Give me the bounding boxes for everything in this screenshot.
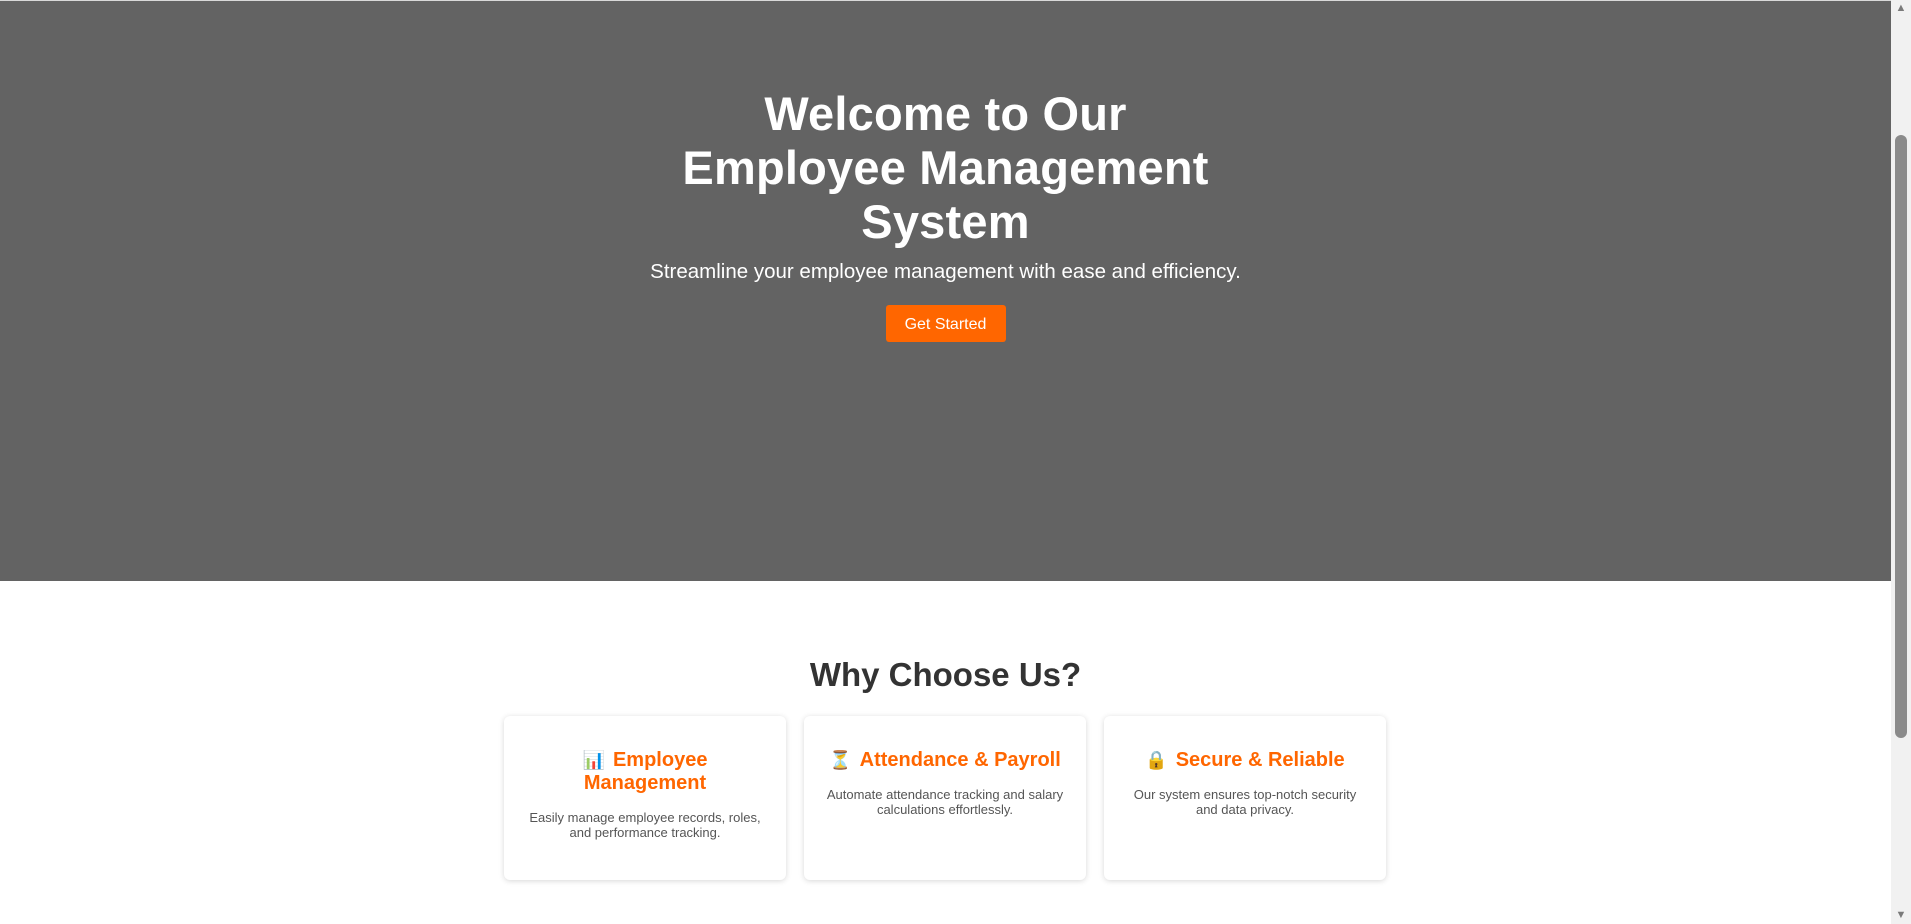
feature-card-title: 📊 Employee Management bbox=[522, 749, 768, 795]
feature-card-description: Easily manage employee records, roles, a… bbox=[529, 810, 761, 840]
scrollbar-thumb[interactable] bbox=[1895, 135, 1907, 738]
landing-page: Welcome to Our Employee Management Syste… bbox=[0, 0, 1891, 924]
feature-card-title: 🔒 Secure & Reliable bbox=[1122, 749, 1368, 772]
features-title: Why Choose Us? bbox=[809, 656, 1082, 693]
hero-content: Welcome to Our Employee Management Syste… bbox=[0, 87, 1891, 342]
feature-card-title-text: Secure & Reliable bbox=[1175, 749, 1345, 771]
vertical-scrollbar[interactable]: ▲ ▼ bbox=[1891, 0, 1911, 924]
feature-card-description: Our system ensures top-notch security an… bbox=[1133, 787, 1357, 817]
hero-title: Welcome to Our Employee Management Syste… bbox=[682, 87, 1209, 248]
feature-card-employee-management: 📊 Employee Management Easily manage emplo… bbox=[504, 716, 786, 880]
hourglass-icon: ⏳ bbox=[829, 750, 852, 770]
chart-icon: 📊 bbox=[582, 750, 605, 770]
feature-card-secure-reliable: 🔒 Secure & Reliable Our system ensures to… bbox=[1104, 716, 1386, 880]
browser-viewport: Welcome to Our Employee Management Syste… bbox=[0, 0, 1911, 924]
lock-icon: 🔒 bbox=[1145, 750, 1168, 770]
hero-subtitle: Streamline your employee management with… bbox=[650, 260, 1241, 283]
scroll-up-arrow-icon[interactable]: ▲ bbox=[1891, 0, 1911, 17]
feature-card-title: ⏳ Attendance & Payroll bbox=[822, 749, 1068, 772]
feature-card-description: Automate attendance tracking and salary … bbox=[826, 787, 1064, 817]
scroll-down-arrow-icon[interactable]: ▼ bbox=[1891, 907, 1911, 924]
feature-card-attendance-payroll: ⏳ Attendance & Payroll Automate attendanc… bbox=[804, 716, 1086, 880]
hero-section: Welcome to Our Employee Management Syste… bbox=[0, 0, 1891, 581]
feature-card-title-text: Attendance & Payroll bbox=[859, 749, 1061, 771]
features-section: Why Choose Us? 📊 Employee Management Easi… bbox=[0, 581, 1891, 924]
get-started-button[interactable]: Get Started bbox=[885, 305, 1006, 342]
